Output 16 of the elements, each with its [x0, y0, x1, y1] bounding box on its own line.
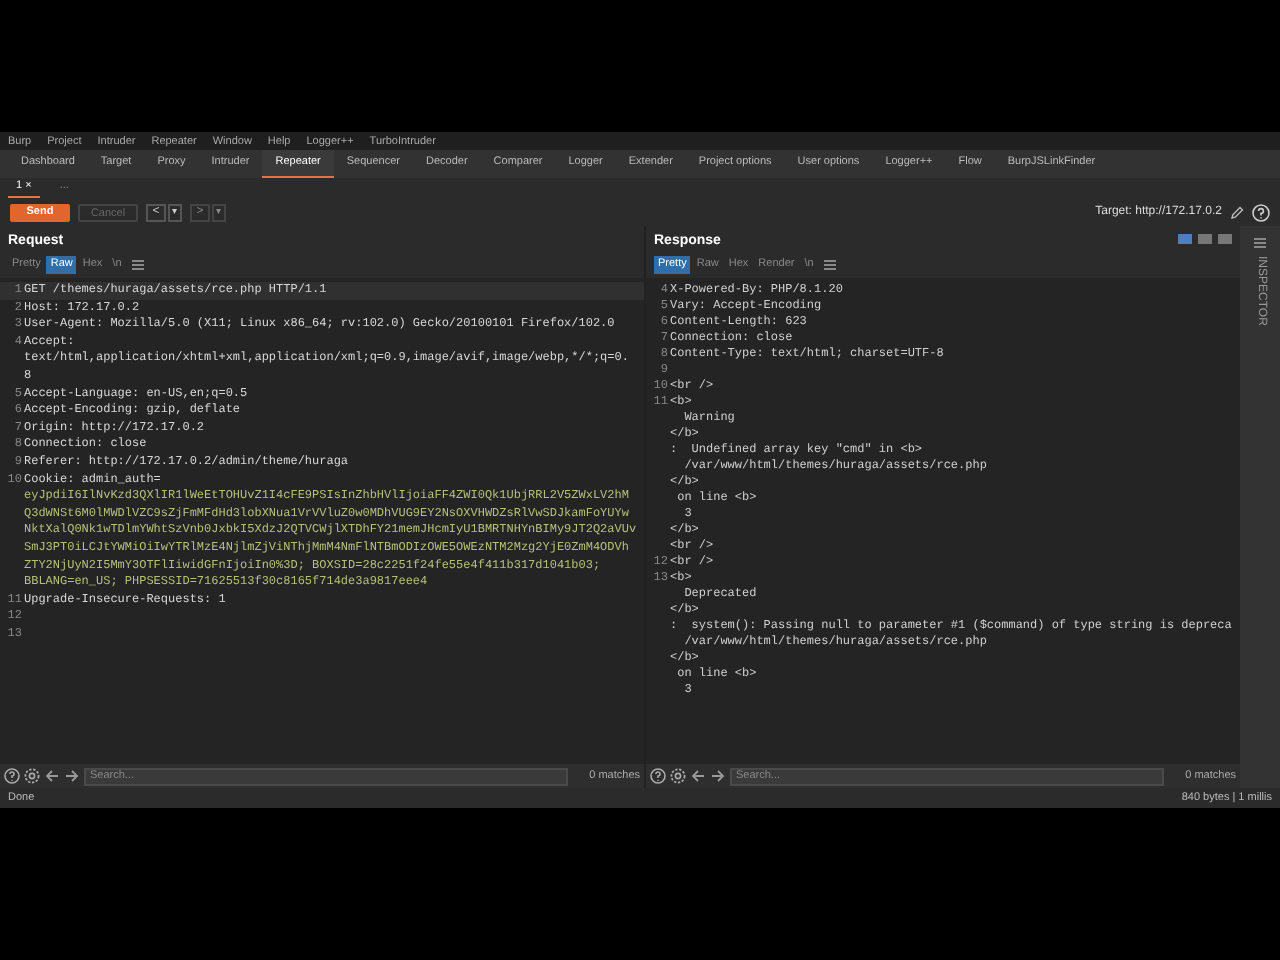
menu-icon[interactable] [1254, 238, 1266, 248]
layout-toggle[interactable] [1178, 234, 1192, 244]
pencil-icon[interactable] [1230, 205, 1244, 219]
layout-toggle[interactable] [1218, 234, 1232, 244]
layout-toggle[interactable] [1198, 234, 1212, 244]
settings-icon[interactable] [24, 768, 40, 784]
help-icon[interactable] [650, 768, 666, 784]
back-arrow-icon[interactable] [690, 768, 706, 784]
back-arrow-icon[interactable] [44, 768, 60, 784]
help-icon[interactable] [4, 768, 20, 784]
menu-icon[interactable] [823, 259, 836, 269]
settings-icon[interactable] [670, 768, 686, 784]
forward-arrow-icon[interactable] [710, 768, 726, 784]
help-icon[interactable] [1252, 203, 1270, 221]
menu-icon[interactable] [131, 259, 144, 269]
forward-arrow-icon[interactable] [64, 768, 80, 784]
